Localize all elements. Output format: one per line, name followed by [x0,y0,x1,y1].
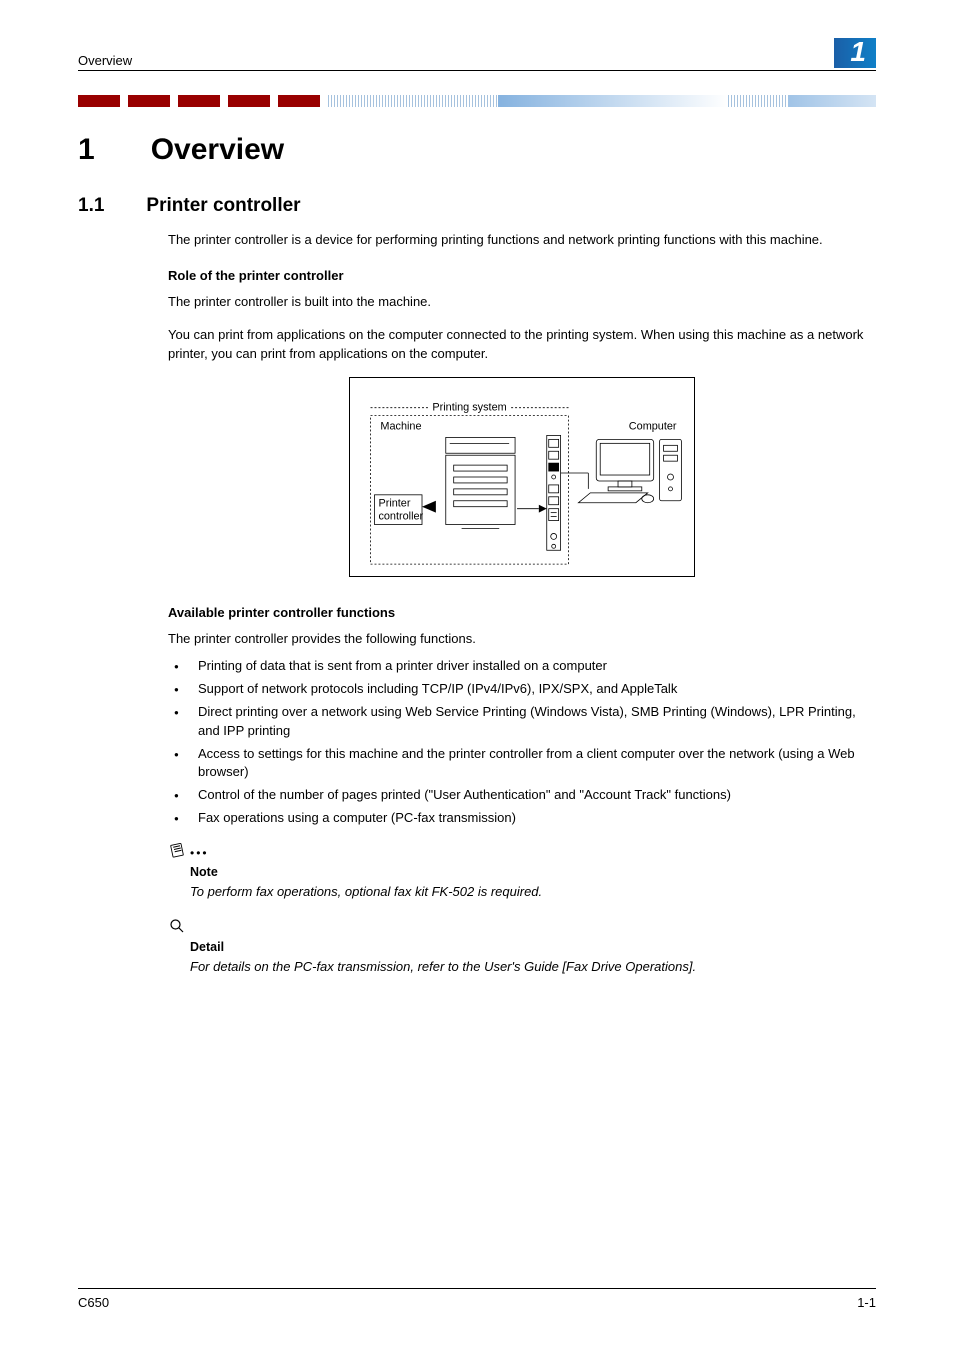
list-item: Printing of data that is sent from a pri… [168,657,876,676]
page-footer: C650 1-1 [78,1288,876,1310]
list-item: Fax operations using a computer (PC-fax … [168,809,876,828]
note-title: Note [190,865,876,879]
diagram-heading: Printing system [432,402,506,414]
note-icon [168,842,186,865]
list-item: Direct printing over a network using Web… [168,703,876,741]
body-column: The printer controller is a device for p… [168,231,876,976]
role-p1: The printer controller is built into the… [168,293,876,312]
page: Overview 1 1 Overview 1.1 Printer contro… [0,0,954,1350]
computer-icon [578,440,681,503]
decorative-band [78,95,876,107]
chapter-badge: 1 [834,38,876,68]
functions-lead: The printer controller provides the foll… [168,630,876,649]
diagram-container: Printing system Machine Printer controll… [168,377,876,577]
diagram-machine-label: Machine [380,421,421,433]
heading-2-number: 1.1 [78,195,104,217]
heading-1-title: Overview [151,133,284,167]
list-item: Access to settings for this machine and … [168,745,876,783]
heading-2: 1.1 Printer controller [78,195,876,217]
heading-1: 1 Overview [78,133,876,167]
diagram-printer-line2: controller [378,511,423,523]
magnifier-icon [168,917,186,940]
heading-2-title: Printer controller [146,195,300,217]
note-body: To perform fax operations, optional fax … [190,883,876,901]
note-dots-icon: ••• [190,846,209,860]
list-item: Support of network protocols including T… [168,680,876,699]
heading-1-number: 1 [78,133,95,167]
running-head-text: Overview [78,53,132,68]
list-item: Control of the number of pages printed (… [168,786,876,805]
hub-icon [547,436,561,551]
role-heading: Role of the printer controller [168,268,876,283]
diagram-computer-label: Computer [629,421,677,433]
detail-callout: Detail For details on the PC-fax transmi… [168,917,876,976]
footer-right: 1-1 [857,1295,876,1310]
copier-icon [446,438,515,529]
functions-list: Printing of data that is sent from a pri… [168,657,876,828]
intro-paragraph: The printer controller is a device for p… [168,231,876,250]
diagram-printer-line1: Printer [378,498,410,510]
functions-heading: Available printer controller functions [168,605,876,620]
printing-system-diagram: Printing system Machine Printer controll… [349,377,695,577]
footer-left: C650 [78,1295,109,1310]
running-head: Overview 1 [78,38,876,71]
note-callout: ••• Note To perform fax operations, opti… [168,842,876,901]
role-p2: You can print from applications on the c… [168,326,876,364]
detail-body: For details on the PC-fax transmission, … [190,958,876,976]
diagram-svg: Printing system Machine Printer controll… [350,378,694,576]
detail-title: Detail [190,940,876,954]
